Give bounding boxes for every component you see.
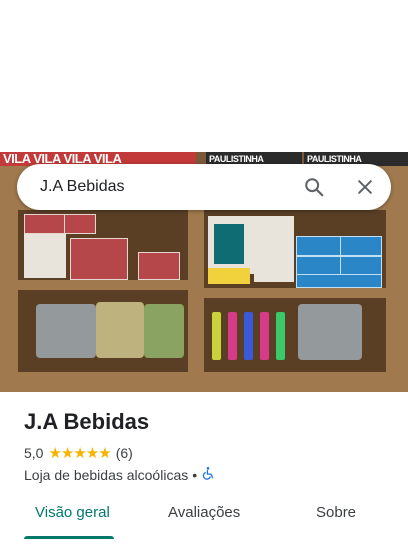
product-bag (144, 304, 184, 358)
rating-row[interactable]: 5,0 ★★★★★ (6) (24, 444, 394, 462)
cigarette-carton (254, 216, 294, 282)
cigarette-pack (296, 274, 382, 288)
search-bar[interactable]: J.A Bebidas (17, 164, 391, 210)
price-tag (208, 268, 250, 284)
cigarette-pack (64, 214, 96, 234)
cigarette-pack (24, 214, 66, 234)
active-tab-indicator (24, 536, 114, 539)
product-bag (298, 304, 362, 360)
lighter (228, 312, 237, 360)
lighter (276, 312, 285, 360)
cigarette-pack (138, 252, 180, 280)
rating-value: 5,0 (24, 445, 44, 461)
lighter (260, 312, 269, 360)
cigarette-pack (340, 256, 382, 276)
place-category: Loja de bebidas alcoólicas (24, 466, 189, 483)
cigarette-carton (70, 238, 128, 280)
cigarette-pack (296, 236, 342, 256)
wheelchair-accessible-icon (201, 466, 215, 483)
cigarette-carton-label (214, 224, 244, 264)
place-tabs: Visão geral Avaliações Sobre (0, 492, 408, 544)
separator: • (192, 466, 198, 483)
star-rating-icon: ★★★★★ (48, 445, 111, 462)
category-row: Loja de bebidas alcoólicas • (24, 466, 394, 483)
place-info: J.A Bebidas 5,0 ★★★★★ (6) Loja de bebida… (24, 408, 394, 483)
tab-reviews[interactable]: Avaliações (168, 504, 240, 521)
product-bag (96, 302, 144, 358)
tab-about[interactable]: Sobre (316, 504, 356, 521)
place-title: J.A Bebidas (24, 409, 150, 434)
review-count[interactable]: (6) (116, 445, 133, 461)
close-icon[interactable] (351, 173, 379, 201)
cigarette-pack (296, 256, 342, 276)
cigarette-pack (340, 236, 382, 256)
search-icon[interactable] (300, 173, 328, 201)
product-bag (36, 304, 96, 358)
cigarette-carton (24, 234, 66, 278)
lighter (212, 312, 221, 360)
tab-overview[interactable]: Visão geral (35, 504, 110, 521)
search-input[interactable]: J.A Bebidas (40, 178, 125, 196)
lighter (244, 312, 253, 360)
